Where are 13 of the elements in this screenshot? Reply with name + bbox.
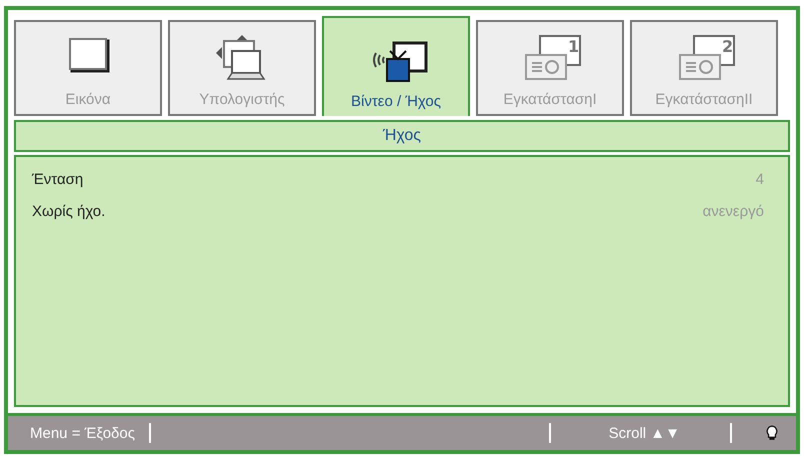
scroll-hint: Scroll ▲▼ (608, 424, 680, 442)
section-title: Ήχος (14, 120, 790, 152)
menu-tab[interactable]: 1 ΕγκατάστασηI (476, 20, 624, 116)
exit-hint: Menu = Έξοδος (30, 424, 135, 442)
setting-value: ανενεργό (702, 202, 764, 220)
setting-value: 4 (756, 170, 764, 188)
menu-tab[interactable]: Υπολογιστής (168, 20, 316, 116)
setting-label[interactable]: Χωρίς ήχο. (32, 202, 106, 220)
menu-tab[interactable]: Βίντεο / Ήχος (322, 16, 470, 116)
menu-tab[interactable]: 2 ΕγκατάστασηII (630, 20, 778, 116)
setting-label[interactable]: Ένταση (32, 170, 84, 188)
menu-tab[interactable]: Εικόνα (14, 20, 162, 116)
bulb-icon (766, 425, 778, 441)
